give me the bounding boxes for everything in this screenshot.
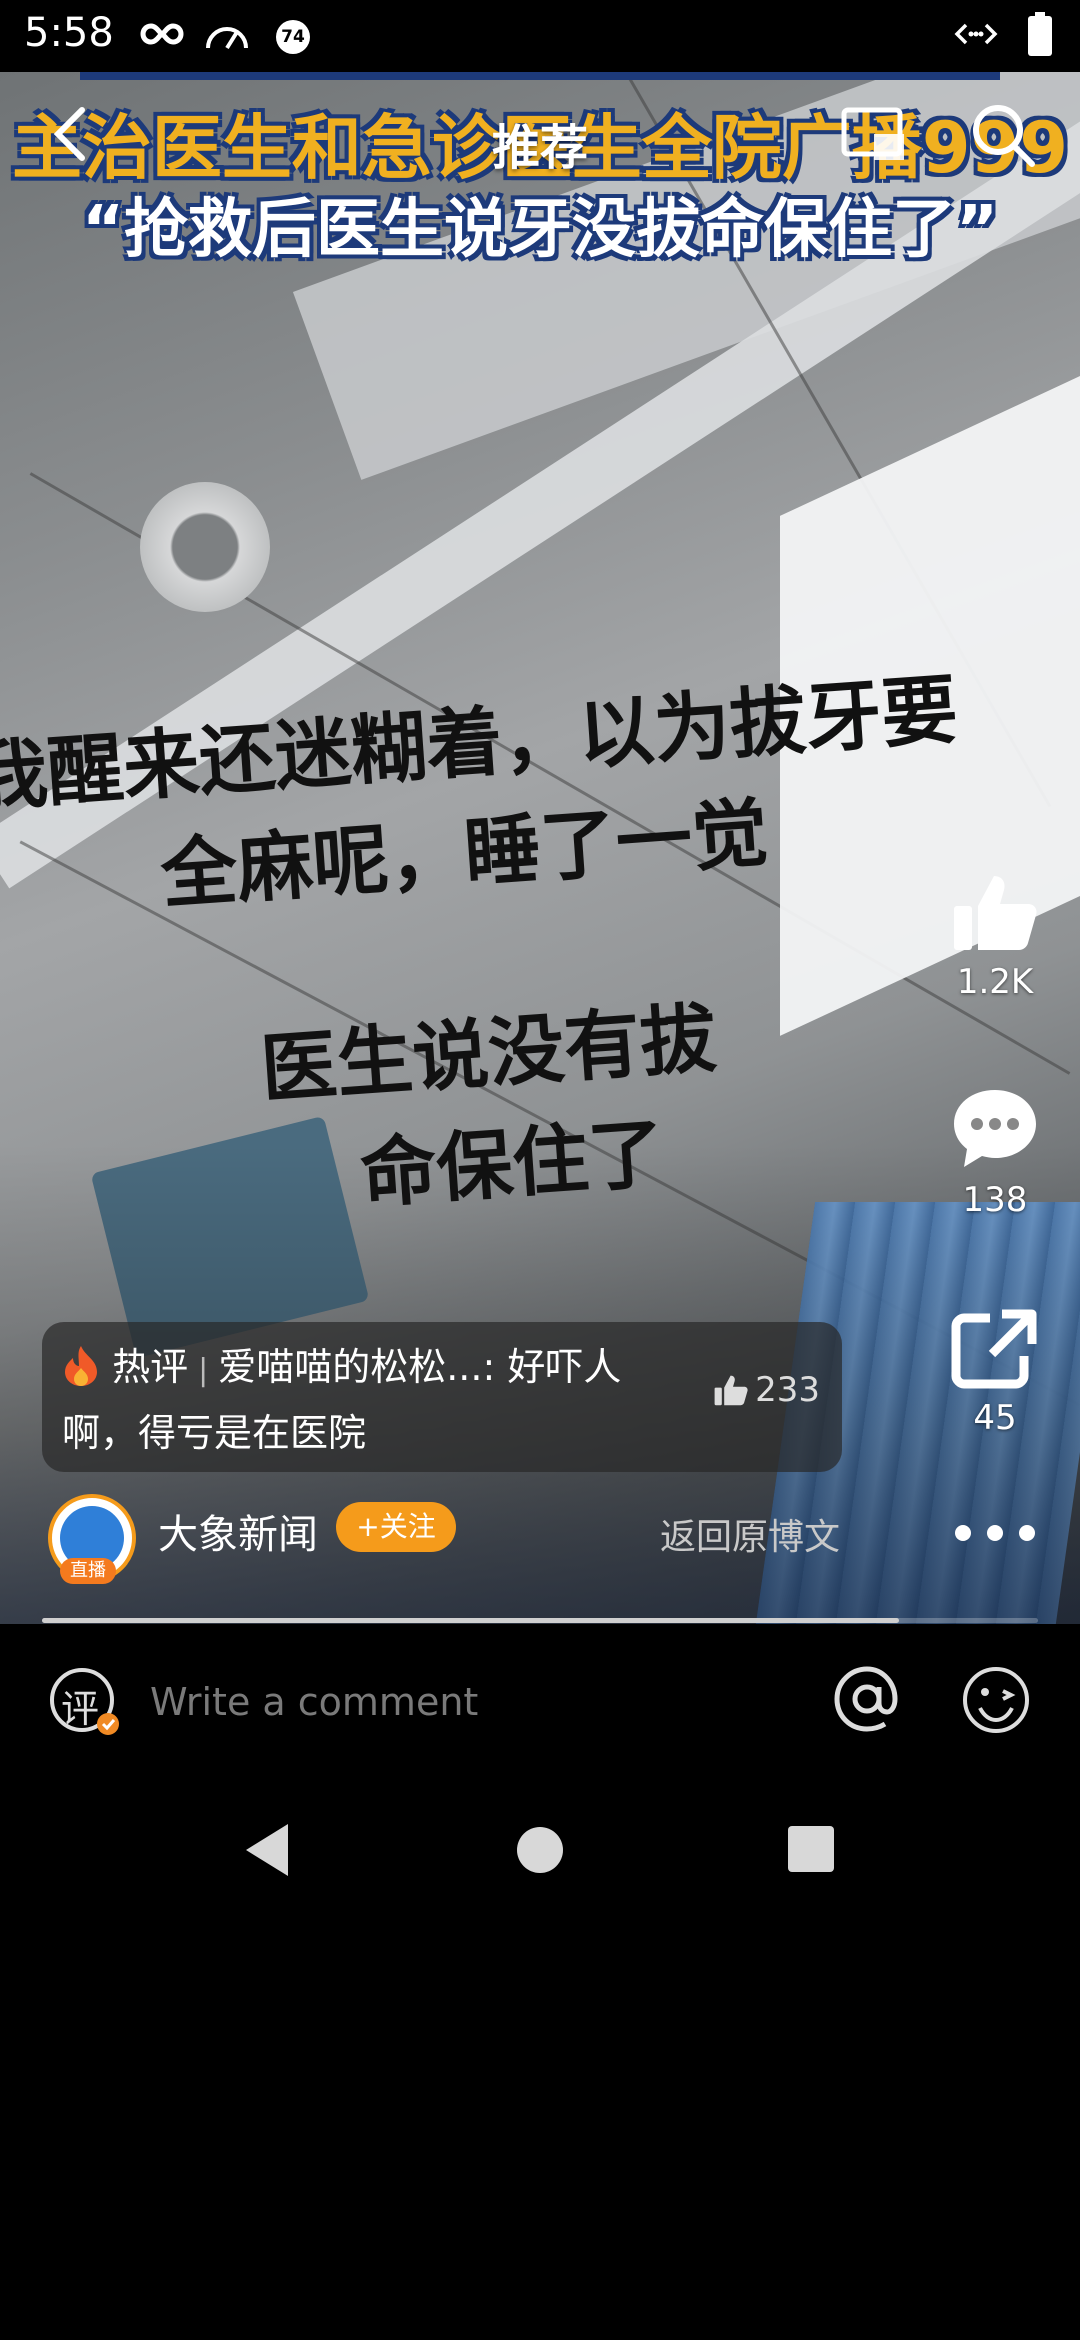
hot-comment-header: 热评 | 爱喵喵的松松...: 好吓人 bbox=[62, 1336, 621, 1391]
share-button[interactable]: 45 bbox=[940, 1306, 1050, 1438]
status-time: 5:58 bbox=[24, 10, 114, 56]
speedometer-icon bbox=[206, 27, 248, 50]
data-transfer-icon bbox=[954, 23, 998, 45]
system-nav-bar bbox=[0, 1780, 1080, 1910]
status-bar: 5:58 74 bbox=[0, 0, 1080, 72]
comment-button[interactable]: 138 bbox=[940, 1086, 1050, 1220]
share-icon bbox=[951, 1309, 1037, 1389]
notification-badge-icon: 74 bbox=[276, 20, 310, 54]
hot-comment-text: : 好吓人 bbox=[482, 1345, 622, 1389]
like-count: 1.2K bbox=[956, 962, 1034, 1002]
nav-recents-icon[interactable] bbox=[786, 1820, 836, 1880]
comment-input[interactable]: Write a comment bbox=[150, 1680, 478, 1724]
cast-screen-icon[interactable] bbox=[840, 104, 908, 164]
comment-bar: 评 Write a comment bbox=[0, 1624, 1080, 1774]
infinity-icon bbox=[140, 23, 184, 45]
ceiling-vent bbox=[140, 482, 270, 612]
comment-compose-icon[interactable]: 评 bbox=[48, 1666, 120, 1738]
more-options-icon[interactable] bbox=[955, 1516, 1035, 1550]
thumbs-up-icon bbox=[714, 1375, 748, 1406]
video-progress-fill bbox=[42, 1618, 899, 1623]
follow-button[interactable]: +关注 bbox=[336, 1502, 456, 1552]
thumbs-up-icon bbox=[954, 876, 1037, 950]
video-caption: 命保住了 bbox=[357, 1108, 668, 1219]
author-name[interactable]: 大象新闻 bbox=[158, 1502, 318, 1560]
flame-icon bbox=[65, 1346, 97, 1386]
comment-bubble-icon bbox=[954, 1090, 1036, 1167]
comment-count: 138 bbox=[962, 1180, 1028, 1220]
hot-comment-text-continued: 啊，得亏是在医院 bbox=[62, 1411, 367, 1455]
headline-stripe bbox=[80, 72, 1000, 80]
nav-home-icon[interactable] bbox=[516, 1820, 564, 1880]
mention-icon[interactable] bbox=[832, 1664, 902, 1734]
search-icon[interactable] bbox=[968, 100, 1038, 170]
hot-comment-like[interactable]: 233 bbox=[713, 1370, 820, 1410]
hot-comment-user[interactable]: 爱喵喵的松松... bbox=[218, 1345, 482, 1389]
live-badge: 直播 bbox=[60, 1558, 116, 1584]
emoji-icon[interactable] bbox=[960, 1664, 1032, 1736]
hot-comment-like-count: 233 bbox=[755, 1370, 820, 1410]
hot-comment-card[interactable]: 热评 | 爱喵喵的松松...: 好吓人 啊，得亏是在医院 233 bbox=[42, 1322, 842, 1472]
video-progress-bar[interactable] bbox=[42, 1618, 1038, 1623]
back-to-post-link[interactable]: 返回原博文 bbox=[660, 1508, 840, 1560]
nav-back-icon[interactable] bbox=[240, 1820, 294, 1880]
like-button[interactable]: 1.2K bbox=[940, 870, 1050, 1002]
hot-comment-tag: 热评 bbox=[112, 1345, 189, 1389]
comment-icon-char: 评 bbox=[61, 1687, 100, 1731]
video-subheadline: “抢救后医生说牙没拔命保住了” bbox=[81, 193, 999, 267]
tab-recommended[interactable]: 推荐 bbox=[0, 108, 1080, 178]
separator: | bbox=[198, 1353, 209, 1388]
share-count: 45 bbox=[973, 1398, 1017, 1438]
battery-icon bbox=[1028, 12, 1052, 56]
